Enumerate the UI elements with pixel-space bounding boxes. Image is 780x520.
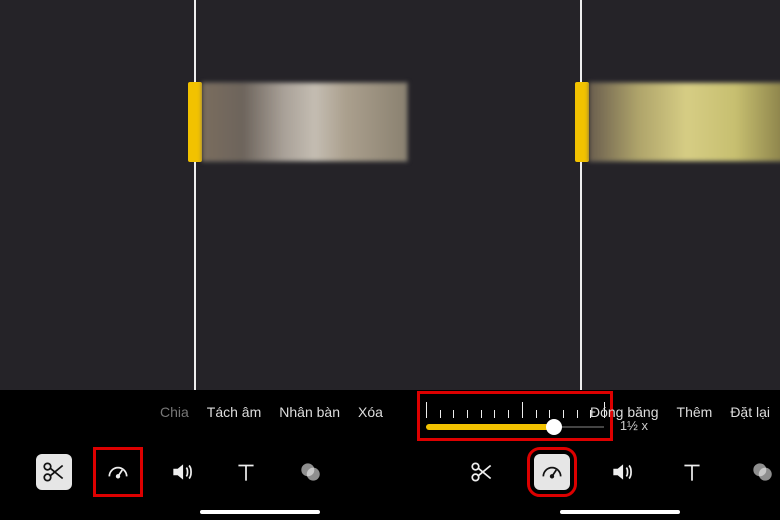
speed-scale bbox=[426, 398, 604, 418]
filters-button[interactable] bbox=[292, 454, 328, 490]
home-indicator bbox=[200, 510, 320, 514]
home-indicator bbox=[560, 510, 680, 514]
volume-icon bbox=[609, 459, 635, 485]
text-icon bbox=[679, 459, 705, 485]
speed-control[interactable]: 1½ x bbox=[420, 394, 610, 438]
volume-button[interactable] bbox=[164, 454, 200, 490]
action-add[interactable]: Thêm bbox=[677, 404, 713, 420]
volume-button[interactable] bbox=[604, 454, 640, 490]
bottom-toolbar: Chia Tách âm Nhân bàn Xóa bbox=[0, 390, 440, 520]
clip-thumbnail bbox=[589, 82, 780, 162]
action-delete[interactable]: Xóa bbox=[358, 404, 383, 420]
clip-handle[interactable] bbox=[575, 82, 589, 162]
speed-slider[interactable] bbox=[426, 424, 604, 430]
speed-slider-knob[interactable] bbox=[546, 419, 562, 435]
clip-handle[interactable] bbox=[188, 82, 202, 162]
text-icon bbox=[233, 459, 259, 485]
speedometer-icon bbox=[539, 459, 565, 485]
cut-button[interactable] bbox=[464, 454, 500, 490]
editor-panel-left: Chia Tách âm Nhân bàn Xóa bbox=[0, 0, 440, 520]
filters-icon bbox=[297, 459, 323, 485]
cut-button[interactable] bbox=[36, 454, 72, 490]
speed-button[interactable] bbox=[100, 454, 136, 490]
filters-icon bbox=[749, 459, 775, 485]
playhead bbox=[580, 0, 582, 390]
speed-button[interactable] bbox=[534, 454, 570, 490]
timeline-clip[interactable] bbox=[575, 82, 780, 162]
bottom-toolbar: 1½ x Đóng băng Thêm Đặt lại bbox=[440, 390, 780, 520]
timeline-clip[interactable] bbox=[188, 82, 408, 162]
action-duplicate[interactable]: Nhân bàn bbox=[279, 404, 340, 420]
text-button[interactable] bbox=[674, 454, 710, 490]
speedometer-icon bbox=[105, 459, 131, 485]
action-detach-audio[interactable]: Tách âm bbox=[207, 404, 261, 420]
scissors-icon bbox=[41, 459, 67, 485]
volume-icon bbox=[169, 459, 195, 485]
clip-thumbnail bbox=[202, 82, 408, 162]
text-button[interactable] bbox=[228, 454, 264, 490]
action-reset[interactable]: Đặt lại bbox=[730, 404, 770, 420]
speed-value: 1½ x bbox=[620, 418, 648, 433]
action-freeze[interactable]: Đóng băng bbox=[590, 404, 659, 420]
playhead bbox=[194, 0, 196, 390]
action-split[interactable]: Chia bbox=[160, 404, 189, 420]
scissors-icon bbox=[469, 459, 495, 485]
filters-button[interactable] bbox=[744, 454, 780, 490]
editor-panel-right: 1½ x Đóng băng Thêm Đặt lại bbox=[440, 0, 780, 520]
